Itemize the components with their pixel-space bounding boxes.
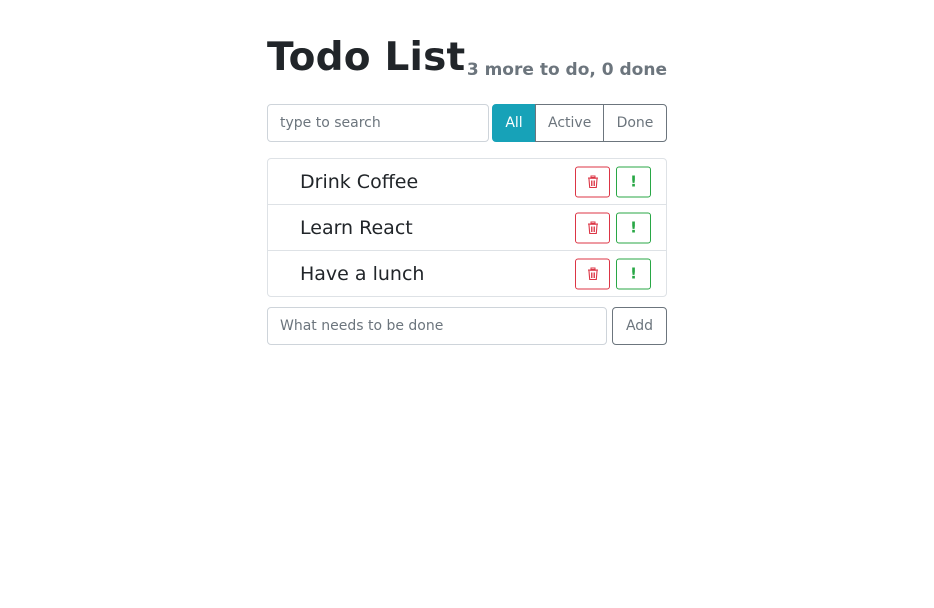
todo-item-label[interactable]: Have a lunch <box>300 263 424 285</box>
app-header: Todo List 3 more to do, 0 done <box>267 0 667 104</box>
exclamation-icon: ! <box>630 264 637 282</box>
exclamation-icon: ! <box>630 172 637 190</box>
todo-list-item: Learn React ! <box>268 204 666 250</box>
delete-button[interactable] <box>575 258 610 289</box>
filter-all-button[interactable]: All <box>492 104 536 142</box>
todo-item-actions: ! <box>575 166 651 197</box>
trash-icon <box>587 221 598 234</box>
important-button[interactable]: ! <box>616 166 651 197</box>
search-input[interactable] <box>267 104 489 142</box>
status-filter: All Active Done <box>492 104 667 142</box>
todo-item-label[interactable]: Drink Coffee <box>300 171 418 193</box>
delete-button[interactable] <box>575 212 610 243</box>
trash-icon <box>587 175 598 188</box>
todo-list-item: Drink Coffee ! <box>268 159 666 204</box>
todo-item-actions: ! <box>575 258 651 289</box>
filter-active-button[interactable]: Active <box>535 104 604 142</box>
todo-app: Todo List 3 more to do, 0 done All Activ… <box>267 0 667 345</box>
exclamation-icon: ! <box>630 218 637 236</box>
todo-list-item: Have a lunch ! <box>268 250 666 296</box>
filter-done-button[interactable]: Done <box>603 104 667 142</box>
delete-button[interactable] <box>575 166 610 197</box>
search-panel: All Active Done <box>267 104 667 142</box>
todo-list: Drink Coffee ! Learn React ! Have a lunc… <box>267 158 667 297</box>
todo-item-actions: ! <box>575 212 651 243</box>
important-button[interactable]: ! <box>616 212 651 243</box>
new-todo-input[interactable] <box>267 307 607 345</box>
todo-item-label[interactable]: Learn React <box>300 217 413 239</box>
trash-icon <box>587 267 598 280</box>
page-title: Todo List <box>267 35 466 80</box>
todo-status-counter: 3 more to do, 0 done <box>466 60 667 80</box>
add-item-form: Add <box>267 307 667 345</box>
add-button[interactable]: Add <box>612 307 667 345</box>
important-button[interactable]: ! <box>616 258 651 289</box>
